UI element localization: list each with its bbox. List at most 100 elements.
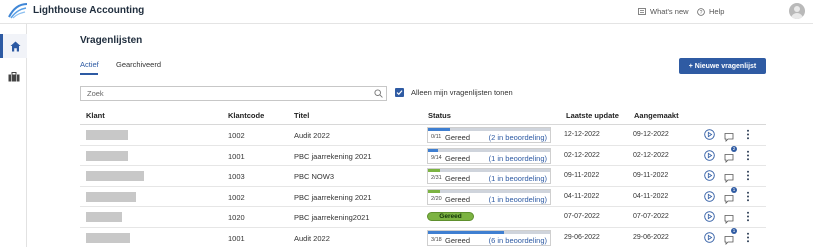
avatar[interactable] [789, 3, 805, 19]
status-label: Gereed [445, 194, 471, 204]
table-row[interactable]: 1002 Audit 2022 0/11 Gereed (2 in beoord… [80, 125, 766, 146]
active-tab-indicator [80, 73, 98, 75]
header-status[interactable]: Status [428, 111, 451, 120]
header-titel[interactable]: Titel [294, 111, 309, 120]
status-fraction: 9/14 [431, 154, 442, 161]
status-label: Gereed [445, 235, 471, 245]
play-icon[interactable] [704, 231, 715, 243]
table-body: 1002 Audit 2022 0/11 Gereed (2 in beoord… [80, 125, 766, 247]
more-vertical-icon[interactable] [745, 191, 751, 202]
status-progress[interactable]: 2/20 Gereed (1 in beoordeling) [427, 188, 551, 205]
table-row[interactable]: 1003 PBC NOW3 2/31 Gereed (1 in beoordel… [80, 166, 766, 187]
status-progress[interactable]: 2/31 Gereed (1 in beoordeling) [427, 168, 551, 184]
news-icon [638, 8, 646, 15]
status-progress[interactable]: 9/14 Gereed (1 in beoordeling) [427, 147, 551, 164]
last-update: 02-12-2022 [564, 151, 600, 159]
comment-button[interactable]: 1 [724, 186, 737, 204]
progress-track [428, 128, 550, 131]
more-vertical-icon[interactable] [745, 129, 751, 140]
more-vertical-icon[interactable] [745, 211, 751, 222]
help-label: Help [709, 7, 725, 16]
lighthouse-logo-icon [8, 3, 28, 19]
questionnaire-title[interactable]: PBC jaarrekening 2021 [294, 193, 372, 202]
progress-track [428, 148, 550, 152]
header-laatste-update[interactable]: Laatste update [566, 111, 619, 120]
page-title: Vragenlijsten [80, 35, 143, 46]
row-actions [704, 129, 764, 142]
client-name-redacted [86, 191, 136, 202]
status-badge: Gereed [427, 212, 474, 221]
header-aangemaakt[interactable]: Aangemaakt [634, 111, 679, 120]
table-row[interactable]: 1001 Audit 2022 3/18 Gereed (6 in beoord… [80, 227, 766, 247]
questionnaire-title[interactable]: PBC NOW3 [294, 172, 334, 181]
comment-button[interactable]: 2 [724, 145, 737, 163]
comment-count-badge: 2 [731, 145, 737, 152]
home-icon [10, 41, 20, 51]
comment-icon [724, 153, 734, 163]
questionnaire-title[interactable]: PBC jaarrekening 2021 [294, 152, 372, 161]
questionnaire-title[interactable]: PBC jaarrekening2021 [294, 213, 369, 222]
play-icon[interactable] [704, 190, 715, 202]
comment-button[interactable] [724, 129, 735, 142]
tab-gearchiveerd[interactable]: Gearchiveerd [116, 60, 161, 69]
in-review-link[interactable]: (1 in beoordeling) [489, 154, 547, 163]
sidebar-item-home[interactable] [0, 34, 27, 58]
play-icon[interactable] [704, 129, 715, 140]
questionnaire-title[interactable]: Audit 2022 [294, 234, 330, 243]
search-placeholder: Zoek [87, 89, 104, 98]
in-review-link[interactable]: (1 in beoordeling) [489, 174, 547, 183]
progress-fill [428, 148, 438, 152]
created-date: 09-12-2022 [633, 131, 669, 138]
progress-track [428, 230, 550, 234]
created-date: 02-12-2022 [633, 151, 669, 159]
comment-button[interactable]: 1 [724, 227, 737, 245]
only-mine-label: Alleen mijn vragenlijsten tonen [411, 88, 513, 97]
comment-icon [724, 133, 734, 142]
more-vertical-icon[interactable] [745, 170, 751, 181]
play-icon[interactable] [704, 211, 715, 222]
more-vertical-icon[interactable] [745, 232, 751, 243]
comment-icon [724, 235, 734, 245]
new-questionnaire-button[interactable]: + Nieuwe vragenlijst [679, 58, 766, 74]
sidebar-item-portfolio[interactable] [0, 66, 27, 88]
briefcase-icon [8, 72, 19, 82]
progress-fill [428, 189, 441, 193]
questionnaire-title[interactable]: Audit 2022 [294, 131, 330, 140]
client-code: 1020 [228, 213, 245, 222]
client-code: 1001 [228, 151, 245, 161]
comment-button[interactable] [724, 211, 735, 224]
tab-actief[interactable]: Actief [80, 60, 99, 69]
play-icon[interactable] [704, 170, 715, 181]
comment-count-badge: 1 [731, 186, 737, 193]
table-row[interactable]: 1002 PBC jaarrekening 2021 2/20 Gereed (… [80, 186, 766, 207]
search-input[interactable]: Zoek [80, 86, 387, 101]
status-fraction: 0/11 [431, 134, 442, 140]
in-review-link[interactable]: (1 in beoordeling) [489, 195, 547, 204]
last-update: 04-11-2022 [564, 192, 600, 200]
table-row[interactable]: 1020 PBC jaarrekening2021 Gereed 07-07-2… [80, 207, 766, 228]
comment-icon [724, 194, 734, 204]
help-link[interactable]: ? Help [697, 7, 724, 16]
table-row[interactable]: 1001 PBC jaarrekening 2021 9/14 Gereed (… [80, 145, 766, 166]
svg-text:?: ? [700, 10, 703, 16]
header-klantcode[interactable]: Klantcode [228, 111, 264, 120]
comment-button[interactable] [724, 170, 735, 183]
client-code: 1003 [228, 172, 245, 181]
progress-track [428, 189, 550, 193]
row-actions: 2 [704, 145, 764, 163]
client-name-redacted [86, 212, 122, 222]
status-progress[interactable]: 3/18 Gereed (6 in beoordeling) [427, 229, 551, 246]
in-review-link[interactable]: (2 in beoordeling) [489, 133, 547, 142]
more-vertical-icon[interactable] [745, 150, 751, 161]
status-progress[interactable]: 0/11 Gereed (2 in beoordeling) [427, 127, 551, 143]
only-mine-checkbox[interactable] [395, 88, 404, 97]
in-review-link[interactable]: (6 in beoordeling) [489, 236, 547, 245]
header-klant[interactable]: Klant [86, 111, 105, 120]
status-label: Gereed [445, 174, 471, 183]
play-icon[interactable] [704, 149, 715, 161]
whats-new-link[interactable]: What's new [638, 7, 689, 16]
row-actions: 1 [704, 227, 764, 245]
last-update: 07-07-2022 [564, 213, 600, 220]
table-header: Klant Klantcode Titel Status Laatste upd… [80, 107, 766, 125]
search-icon[interactable] [374, 89, 383, 98]
